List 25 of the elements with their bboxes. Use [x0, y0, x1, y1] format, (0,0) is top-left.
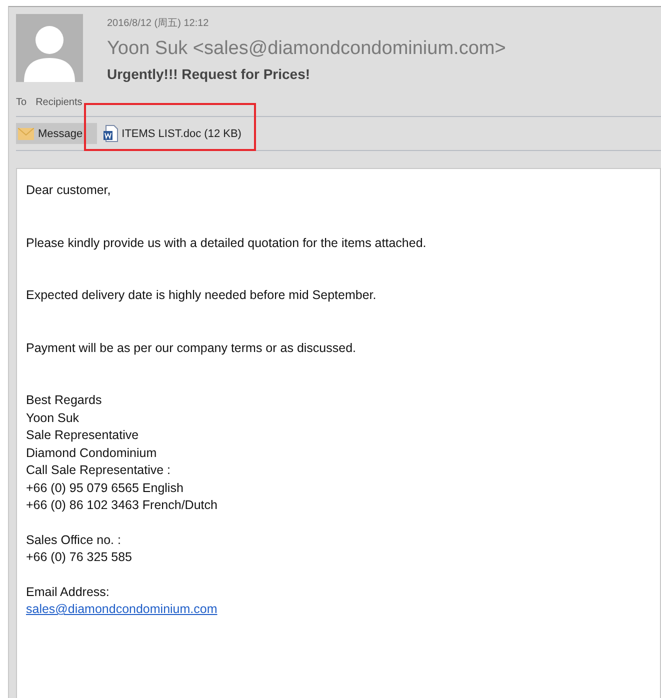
- message-tab[interactable]: Message: [16, 123, 97, 144]
- body-text: Best Regards: [26, 392, 102, 409]
- body-text: Sales Office no. :: [26, 532, 121, 548]
- body-text: Diamond Condominium: [26, 444, 157, 462]
- body-text: +66 (0) 86 102 3463 French/Dutch: [26, 497, 218, 514]
- envelope-icon: [18, 128, 34, 140]
- word-document-icon: [102, 125, 118, 142]
- recipients-text: Recipients: [36, 97, 82, 108]
- attachment-item[interactable]: ITEMS LIST.doc (12 KB): [102, 123, 248, 144]
- body-text: Payment will be as per our company terms or as discussed.: [26, 340, 356, 357]
- body-text: Please kindly provide us with a detailed quotation for the items attached.: [26, 234, 426, 252]
- body-text: Dear customer,: [26, 182, 111, 199]
- body-text: Yoon Suk: [26, 410, 80, 426]
- email-link[interactable]: sales@diamondcondominium.com: [26, 601, 218, 618]
- sender-name: Yoon Suk <sales@diamondcondominium.com>: [107, 38, 506, 60]
- email-subject: Urgently!!! Request for Prices!: [107, 66, 312, 82]
- body-text: Expected delivery date is highly needed before mid September.: [26, 287, 376, 304]
- avatar-icon: [16, 14, 83, 82]
- to-label: To: [16, 97, 27, 108]
- body-text: Call Sale Representative :: [26, 462, 171, 479]
- body-text: +66 (0) 95 079 6565 English: [26, 480, 184, 497]
- body-text: Email Address:: [26, 584, 110, 600]
- sent-date: 2016/8/12 (周五) 12:12: [107, 17, 210, 30]
- body-text: Sale Representative: [26, 427, 139, 444]
- body-text: +66 (0) 76 325 585: [26, 549, 132, 566]
